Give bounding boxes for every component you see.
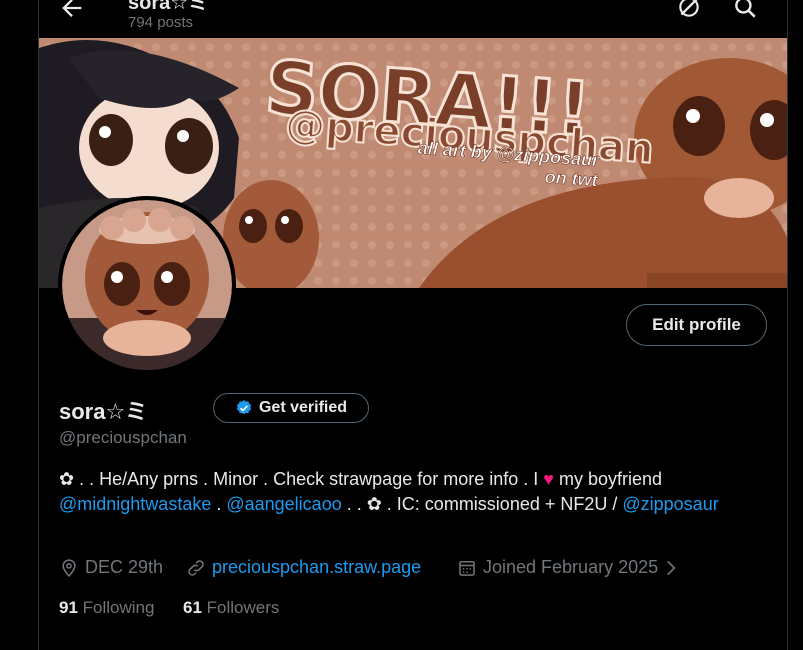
followers-stat[interactable]: 61 Followers	[183, 598, 279, 618]
followers-count: 61	[183, 598, 202, 617]
joined[interactable]: Joined February 2025	[457, 557, 678, 578]
followers-label: Followers	[206, 598, 280, 617]
bio-text: ✿ . . He/Any prns . Minor . Check strawp…	[59, 469, 544, 489]
link-icon	[188, 559, 204, 576]
calendar-icon	[459, 560, 475, 576]
back-arrow-icon	[62, 0, 82, 17]
chevron-right-icon	[667, 560, 676, 575]
mention-link[interactable]: @zipposaur	[622, 494, 718, 514]
bio-text: .	[211, 494, 227, 514]
avatar[interactable]	[58, 196, 236, 374]
verified-badge-icon	[236, 400, 252, 415]
display-name: sora☆ミ	[59, 399, 148, 424]
bio-text: . . ✿ . IC: commissioned + NF2U /	[341, 494, 623, 514]
search-icon	[735, 0, 756, 18]
get-verified-label: Get verified	[258, 399, 348, 416]
get-verified-button[interactable]: Get verified	[213, 393, 369, 423]
handle: @preciouspchan	[59, 428, 187, 447]
header-name: sora☆ミ	[128, 0, 209, 14]
post-count: 794 posts	[128, 14, 194, 31]
bio: ✿ . . He/Any prns . Minor . Check strawp…	[59, 467, 774, 517]
top-bar: sora☆ミ 794 posts	[0, 0, 803, 38]
location: DEC 29th	[59, 557, 163, 578]
joined-text: Joined February 2025	[483, 557, 659, 577]
location-text: DEC 29th	[85, 557, 164, 577]
bio-text: my boyfriend	[553, 469, 662, 489]
search-button[interactable]	[732, 0, 758, 20]
heart-icon: ♥	[543, 469, 554, 489]
following-stat[interactable]: 91 Following	[59, 598, 154, 618]
location-icon	[62, 558, 76, 577]
back-button[interactable]	[58, 0, 86, 22]
avatar-image	[62, 200, 232, 370]
mention-link[interactable]: @aangelicaoo	[226, 494, 341, 514]
following-label: Following	[82, 598, 155, 617]
grok-button[interactable]	[676, 0, 702, 20]
following-count: 91	[59, 598, 78, 617]
website: preciouspchan.straw.page	[186, 557, 421, 578]
grok-icon	[679, 0, 699, 17]
mention-link[interactable]: @midnightwastake	[59, 494, 211, 514]
website-link[interactable]: preciouspchan.straw.page	[212, 557, 421, 578]
edit-profile-button[interactable]: Edit profile	[626, 304, 767, 346]
